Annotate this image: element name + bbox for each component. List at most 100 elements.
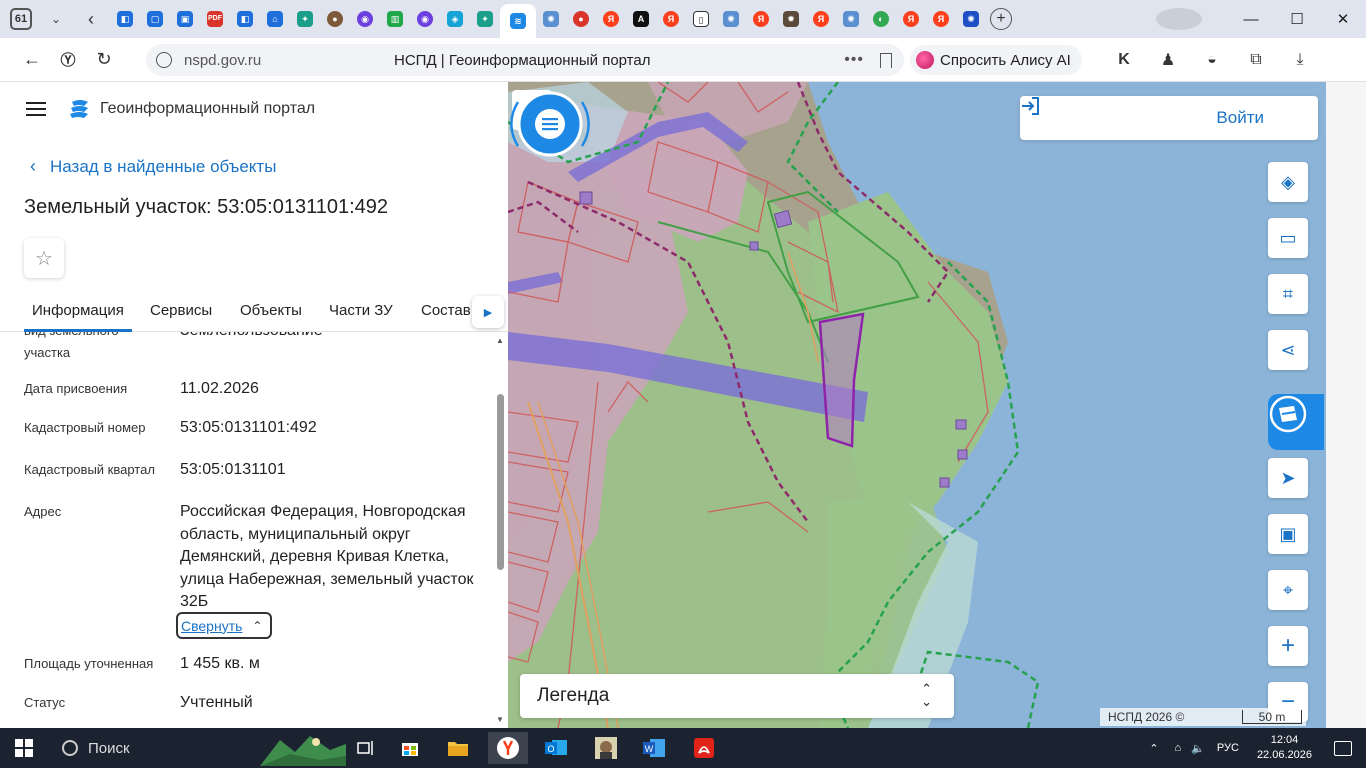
word-icon[interactable]: W (634, 732, 674, 764)
task-view-icon[interactable] (346, 732, 386, 764)
info-label: Адрес (24, 504, 62, 519)
taskbar-search[interactable]: Поиск (48, 728, 350, 768)
language-indicator[interactable]: РУС (1217, 742, 1239, 754)
tab-favicon-yandex[interactable]: Я (806, 4, 836, 34)
minimize-icon[interactable]: — (1228, 11, 1274, 28)
legend-dropdown[interactable]: Легенда ⌃ ⌄ (520, 674, 954, 718)
chat-assistant-button[interactable] (508, 82, 592, 166)
notifications-icon[interactable] (1334, 740, 1352, 756)
tab-information[interactable]: Информация (24, 302, 132, 332)
tab-favicon-active-nspd[interactable]: ≋ (500, 4, 536, 38)
url-field[interactable]: nspd.gov.ru НСПД | Геоинформационный пор… (146, 44, 904, 76)
yandex-logo-icon[interactable]: Ⓨ (50, 49, 86, 70)
tabs-dropdown-chevron-icon[interactable]: ⌄ (42, 5, 70, 33)
site-info-icon[interactable] (156, 52, 172, 68)
geolocation-button[interactable]: ➤ (1268, 458, 1308, 498)
more-dots-icon[interactable]: ••• (844, 51, 864, 69)
tab-favicon-eagle[interactable]: ✺ (716, 4, 746, 34)
tab-favicon[interactable]: A (626, 4, 656, 34)
tab-favicon-eagle[interactable]: ✺ (956, 4, 986, 34)
file-explorer-icon[interactable] (438, 732, 478, 764)
tray-overflow-chevron-icon[interactable]: ⌃ (1149, 742, 1158, 755)
extension-hat-icon[interactable]: ◒ (1198, 46, 1226, 74)
favorite-star-button[interactable]: ☆ (24, 238, 64, 278)
place-search-button[interactable]: ⌖ (1268, 570, 1308, 610)
kaspersky-extension-icon[interactable]: K (1110, 46, 1138, 74)
zoom-in-button[interactable]: + (1268, 626, 1308, 666)
close-icon[interactable]: ✕ (1320, 10, 1366, 28)
bookmark-icon[interactable] (880, 52, 892, 68)
tab-favicon[interactable]: ◉ (410, 4, 440, 34)
info-tabs: Информация Сервисы Объекты Части ЗУ Сост… (0, 294, 508, 332)
tab-favicon[interactable]: ◐ (866, 4, 896, 34)
tab-favicon[interactable]: ◧ (110, 4, 140, 34)
tab-favicon-yandex[interactable]: Я (746, 4, 776, 34)
tab-favicon-eagle[interactable]: ✺ (536, 4, 566, 34)
clock[interactable]: 12:04 22.06.2026 (1257, 733, 1312, 763)
tabs-scroll-right-button[interactable]: ▶ (472, 296, 504, 328)
yandex-browser-taskbar-icon[interactable] (488, 732, 528, 764)
tab-favicon[interactable]: ◈ (440, 4, 470, 34)
tab-favicon[interactable]: ● (566, 4, 596, 34)
login-bar[interactable]: Войти (1020, 96, 1318, 140)
scrollbar-thumb[interactable] (497, 394, 504, 570)
layers-button[interactable]: ◈ (1268, 162, 1308, 202)
network-icon[interactable]: ⌂ (1175, 742, 1182, 754)
tab-favicon-pdf[interactable]: PDF (200, 4, 230, 34)
tab-favicon[interactable]: ▢ (140, 4, 170, 34)
tab-favicon[interactable]: ⌂ (260, 4, 290, 34)
volume-muted-icon[interactable]: 🔈 (1191, 742, 1205, 755)
tab-favicon[interactable]: ✦ (470, 4, 500, 34)
collapse-address-button[interactable]: Свернуть ⌃ (176, 612, 272, 639)
tab-favicon[interactable]: ◉ (350, 4, 380, 34)
tab-favicon[interactable]: ▣ (170, 4, 200, 34)
back-arrow-icon[interactable]: ← (14, 49, 50, 70)
maximize-icon[interactable]: ☐ (1274, 10, 1320, 28)
back-to-results-link[interactable]: ‹ Назад в найденные объекты (30, 156, 276, 177)
tab-services[interactable]: Сервисы (150, 302, 212, 319)
tab-favicon-document[interactable]: ▯ (686, 4, 716, 34)
menu-hamburger-icon[interactable] (26, 102, 46, 120)
tab-favicon[interactable]: ▥ (380, 4, 410, 34)
tab-composition[interactable]: Состав (421, 302, 471, 319)
microsoft-store-icon[interactable] (390, 732, 430, 764)
tab-favicon-yandex[interactable]: Я (596, 4, 626, 34)
tab-favicon[interactable]: ✦ (290, 4, 320, 34)
tab-favicon-yandex[interactable]: Я (926, 4, 956, 34)
profile-avatar-icon[interactable] (1156, 8, 1202, 30)
tab-parcel-parts[interactable]: Части ЗУ (329, 302, 393, 319)
extensions-puzzle-icon[interactable]: ⧉ (1242, 46, 1270, 74)
acrobat-icon[interactable] (684, 732, 724, 764)
outlook-icon[interactable]: O (536, 732, 576, 764)
layers-icon: ◈ (1281, 171, 1295, 192)
info-scrollbar[interactable]: ▲ ▼ (496, 332, 506, 724)
tab-favicon[interactable]: ✹ (776, 4, 806, 34)
tab-favicon-yandex[interactable]: Я (656, 4, 686, 34)
extension-figure-icon[interactable]: ♟ (1154, 46, 1182, 74)
ruler-button[interactable]: ▭ (1268, 218, 1308, 258)
tabstrip-back-icon[interactable]: ‹ (78, 9, 104, 30)
cadastral-map-button[interactable] (1268, 394, 1324, 450)
start-button[interactable] (0, 728, 48, 768)
url-text: nspd.gov.ru (184, 51, 262, 69)
reload-icon[interactable]: ↻ (86, 49, 122, 70)
search-placeholder: Поиск (88, 739, 130, 757)
tab-favicon-eagle[interactable]: ✺ (836, 4, 866, 34)
ask-alice-button[interactable]: Спросить Алису AI (910, 45, 1082, 75)
new-tab-button[interactable]: + (990, 8, 1012, 30)
tab-favicon[interactable]: ◧ (230, 4, 260, 34)
tab-count-badge[interactable]: 61 (10, 8, 32, 30)
minimap-button[interactable]: ▣ (1268, 514, 1308, 554)
search-highlight-landscape-icon (260, 736, 346, 766)
tab-favicon-yandex[interactable]: Я (896, 4, 926, 34)
app-character-icon[interactable] (586, 732, 626, 764)
downloads-icon[interactable]: ⤓ (1286, 46, 1314, 74)
tab-objects[interactable]: Объекты (240, 302, 302, 319)
tab-favicon[interactable]: ● (320, 4, 350, 34)
area-search-button[interactable]: ⌗ (1268, 274, 1308, 314)
share-button[interactable]: ⋖ (1268, 330, 1308, 370)
scroll-down-icon[interactable]: ▼ (496, 715, 504, 724)
scroll-up-icon[interactable]: ▲ (496, 336, 504, 345)
back-to-results-label: Назад в найденные объекты (50, 156, 277, 176)
map-canvas[interactable]: « Войти ◈ ▭ ⌗ ⋖ ➤ ▣ ⌖ + − Легенда ⌃⌄ НСП… (508, 82, 1366, 728)
